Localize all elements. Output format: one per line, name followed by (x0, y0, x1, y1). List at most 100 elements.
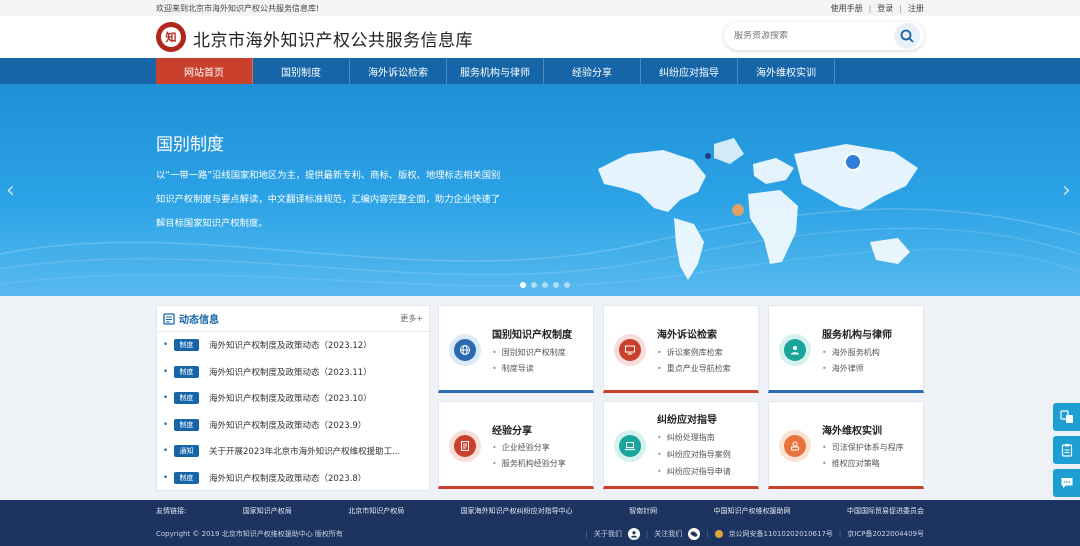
footer-sep: | (645, 530, 649, 538)
nav-country-system[interactable]: 国别制度 (253, 58, 350, 84)
banner-dot[interactable] (564, 282, 570, 288)
translate-icon (1059, 410, 1073, 423)
news-badge: 制度 (174, 471, 200, 484)
footer-sep: | (585, 530, 588, 538)
banner-prev-arrow[interactable]: ‹ (6, 178, 15, 203)
news-badge: 通知 (174, 445, 200, 458)
top-bar: 欢迎来到北京市海外知识产权公共服务信息库! 使用手册 | 登录 | 注册 (0, 0, 1080, 16)
banner-dot[interactable] (520, 282, 526, 288)
friend-links-label: 友情链接: (156, 507, 187, 515)
top-sep: | (868, 3, 872, 13)
card-sub-link[interactable]: 企业经验分享 (492, 442, 550, 453)
friend-links: 友情链接: 国家知识产权局 北京市知识产权局 国家海外知识产权纠纷应对指导中心 … (156, 506, 924, 516)
user-icon[interactable] (627, 528, 640, 540)
follow-link[interactable]: 关注我们 (654, 529, 682, 539)
card-sub-link[interactable]: 纠纷应对指导案例 (657, 449, 731, 460)
search-box (724, 22, 924, 50)
nav-home[interactable]: 网站首页 (156, 58, 253, 84)
news-text[interactable]: 关于开展2023年北京市海外知识产权维权援助工... (209, 445, 400, 457)
card-sub-link[interactable]: 司法保护体系与程序 (822, 442, 904, 453)
nav-agencies-lawyers[interactable]: 服务机构与律师 (447, 58, 544, 84)
register-link[interactable]: 注册 (908, 3, 924, 14)
icp-record[interactable]: 京ICP备2022004409号 (847, 529, 924, 539)
about-link[interactable]: 关于我们 (594, 529, 622, 539)
search-input[interactable] (724, 31, 890, 41)
hero-banner: 国别制度 以“一带一路”沿线国家和地区为主，提供最新专利、商标、版权、地理标志相… (0, 84, 1080, 296)
card-title: 纠纷应对指导 (657, 415, 717, 426)
side-translate-button[interactable] (1053, 403, 1080, 431)
card-experience[interactable]: 经验分享 企业经验分享 服务机构经验分享 (438, 401, 594, 489)
news-text[interactable]: 海外知识产权制度及政策动态（2023.10） (209, 392, 372, 404)
news-text[interactable]: 海外知识产权制度及政策动态（2023.9） (209, 419, 366, 431)
site-logo[interactable]: 知 (156, 22, 186, 52)
news-badge: 制度 (174, 392, 200, 405)
card-dispute-guidance[interactable]: 纠纷应对指导 纠纷处理指南 纠纷应对指导案例 纠纷应对指导申请 (603, 401, 759, 489)
footer-sep: | (706, 530, 709, 538)
banner-next-arrow[interactable]: › (1062, 178, 1071, 203)
banner-title: 国别制度 (156, 135, 224, 155)
card-country-system[interactable]: 国别知识产权制度 国别知识产权制度 制度导读 (438, 305, 594, 393)
nav-litigation-search[interactable]: 海外诉讼检索 (350, 58, 447, 84)
card-sub-link[interactable]: 海外律师 (822, 363, 864, 374)
news-badge: 制度 (174, 418, 200, 431)
card-title: 国别知识产权制度 (492, 330, 572, 341)
news-item[interactable]: • 制度 海外知识产权制度及政策动态（2023.8） (157, 465, 429, 492)
side-chat-button[interactable] (1053, 469, 1080, 497)
banner-dot[interactable] (531, 282, 537, 288)
card-training[interactable]: 海外维权实训 司法保护体系与程序 维权应对策略 (768, 401, 924, 489)
card-sub-link[interactable]: 服务机构经验分享 (492, 458, 566, 469)
card-sub-link[interactable]: 国别知识产权制度 (492, 347, 566, 358)
nav-training[interactable]: 海外维权实训 (738, 58, 835, 84)
news-panel: 动态信息 更多+ • 制度 海外知识产权制度及政策动态（2023.12） • 制度 海外… (156, 305, 430, 491)
nav-experience[interactable]: 经验分享 (544, 58, 641, 84)
news-item[interactable]: • 制度 海外知识产权制度及政策动态（2023.9） (157, 412, 429, 439)
footer-sep: | (838, 530, 842, 538)
news-text[interactable]: 海外知识产权制度及政策动态（2023.8） (209, 472, 366, 484)
news-badge: 制度 (174, 339, 200, 352)
footer-link[interactable]: 中国知识产权维权援助网 (714, 506, 791, 516)
card-title: 海外诉讼检索 (657, 330, 717, 341)
search-button[interactable] (894, 23, 920, 49)
site-title[interactable]: 北京市海外知识产权公共服务信息库 (193, 26, 473, 51)
news-item[interactable]: • 制度 海外知识产权制度及政策动态（2023.11） (157, 359, 429, 386)
wechat-icon[interactable] (688, 528, 701, 540)
footer-right: | 关于我们 | 关注我们 | 京公网安备11010202010617号 | 京… (585, 528, 924, 540)
globe-icon (449, 334, 481, 366)
news-item[interactable]: • 制度 海外知识产权制度及政策动态（2023.12） (157, 332, 429, 359)
footer-bottom: Copyright © 2019 北京市知识产权维权援助中心 版权所有 | 关于… (156, 528, 924, 540)
footer-link[interactable]: 国家海外知识产权纠纷应对指导中心 (461, 506, 573, 516)
main-nav: 网站首页 国别制度 海外诉讼检索 服务机构与律师 经验分享 纠纷应对指导 海外维… (0, 58, 1080, 84)
news-item[interactable]: • 制度 海外知识产权制度及政策动态（2023.10） (157, 385, 429, 412)
card-litigation-search[interactable]: 海外诉讼检索 诉讼案例库检索 重点产业导航检索 (603, 305, 759, 393)
clipboard-icon (1061, 444, 1072, 457)
card-sub-link[interactable]: 重点产业导航检索 (657, 363, 731, 374)
footer-link[interactable]: 北京市知识产权局 (348, 506, 404, 516)
card-sub-link[interactable]: 维权应对策略 (822, 458, 880, 469)
news-text[interactable]: 海外知识产权制度及政策动态（2023.11） (209, 366, 372, 378)
card-title: 海外维权实训 (822, 426, 882, 437)
card-agencies-lawyers[interactable]: 服务机构与律师 海外服务机构 海外律师 (768, 305, 924, 393)
footer-link[interactable]: 中国国际贸易促进委员会 (847, 506, 924, 516)
news-more-link[interactable]: 更多+ (400, 313, 423, 324)
card-sub-link[interactable]: 诉讼案例库检索 (657, 347, 723, 358)
card-sub-link[interactable]: 纠纷处理指南 (657, 432, 715, 443)
card-sub-link[interactable]: 海外服务机构 (822, 347, 880, 358)
manual-link[interactable]: 使用手册 (831, 3, 863, 14)
banner-dot[interactable] (553, 282, 559, 288)
welcome-text: 欢迎来到北京市海外知识产权公共服务信息库! (156, 3, 320, 13)
footer-link[interactable]: 智南针网 (629, 506, 657, 516)
card-sub-link[interactable]: 纠纷应对指导申请 (657, 466, 731, 477)
card-sub-link[interactable]: 制度导读 (492, 363, 534, 374)
news-text[interactable]: 海外知识产权制度及政策动态（2023.12） (209, 339, 372, 351)
copyright: Copyright © 2019 北京市知识产权维权援助中心 版权所有 (156, 530, 343, 538)
nav-dispute-guidance[interactable]: 纠纷应对指导 (641, 58, 738, 84)
side-clipboard-button[interactable] (1053, 436, 1080, 464)
document-icon (449, 430, 481, 462)
login-link[interactable]: 登录 (877, 3, 893, 14)
world-map-graphic (598, 138, 918, 280)
banner-dot[interactable] (542, 282, 548, 288)
footer-link[interactable]: 国家知识产权局 (243, 506, 292, 516)
header: 知 北京市海外知识产权公共服务信息库 (0, 16, 1080, 58)
police-record[interactable]: 京公网安备11010202010617号 (729, 529, 833, 539)
news-item[interactable]: • 通知 关于开展2023年北京市海外知识产权维权援助工... (157, 438, 429, 465)
